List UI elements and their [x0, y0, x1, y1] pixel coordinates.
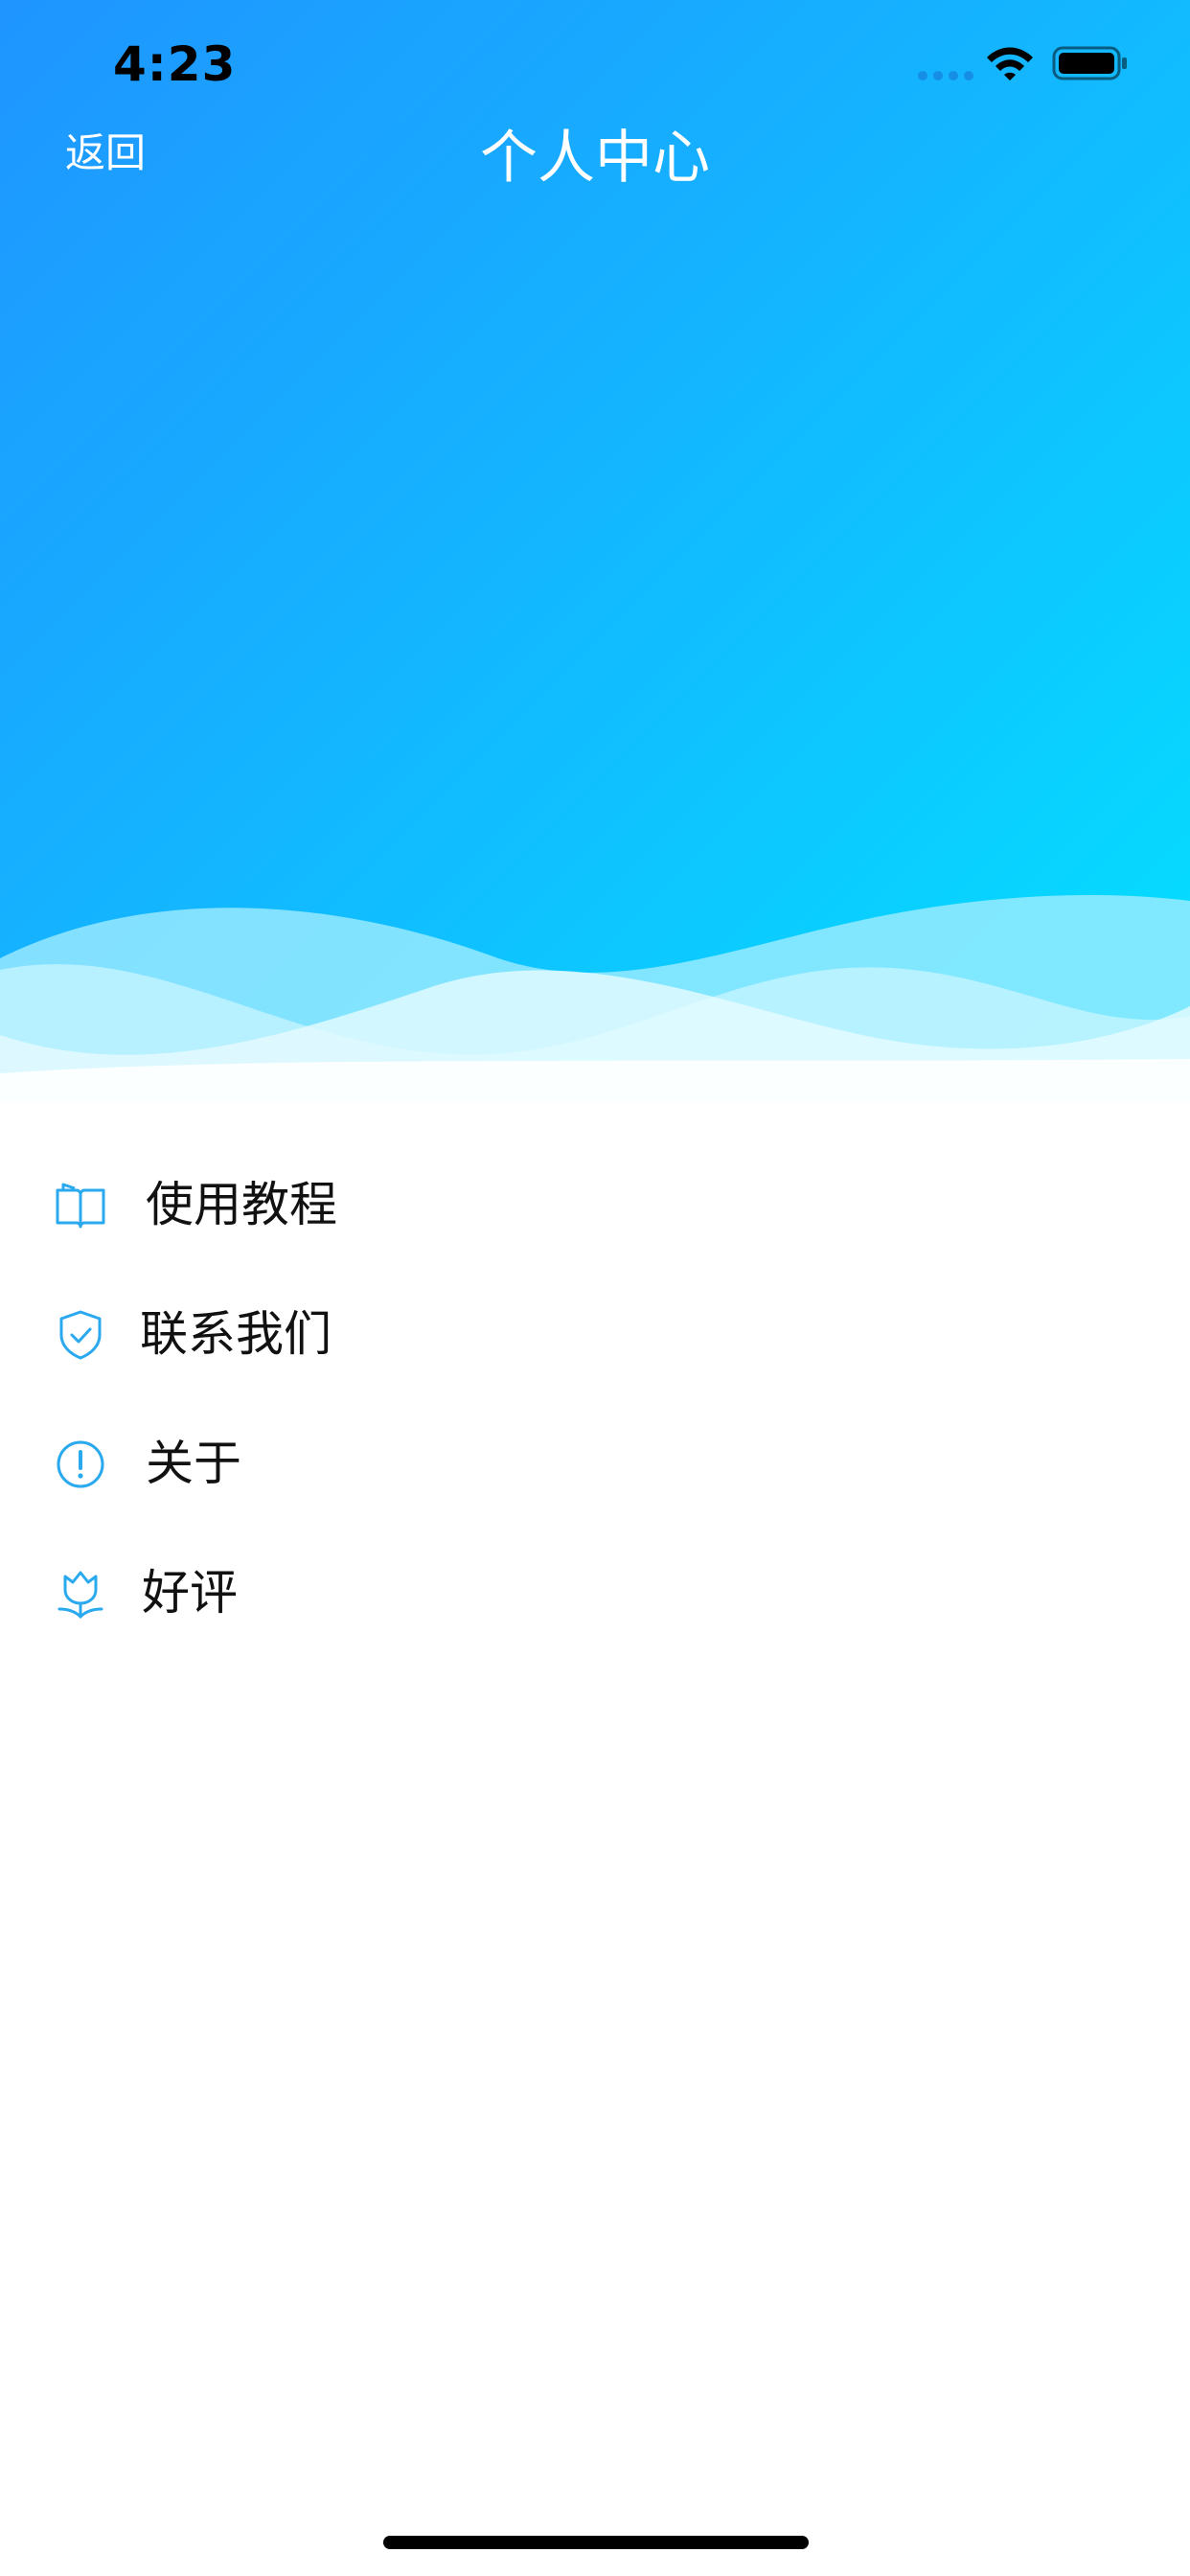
menu-item-about[interactable]: 关于	[0, 1401, 1190, 1530]
wifi-icon	[987, 47, 1033, 80]
info-circle-icon	[57, 1440, 104, 1488]
menu-item-label: 使用教程	[146, 1177, 337, 1232]
battery-icon	[1052, 46, 1127, 80]
cellular-signal-icon	[918, 71, 973, 80]
wave-decoration	[0, 895, 1190, 1102]
menu-list: 使用教程 联系我们 关于 好评	[0, 1142, 1190, 1660]
page-title: 个人中心	[480, 125, 710, 192]
status-time: 4:23	[113, 36, 237, 92]
menu-item-label: 关于	[146, 1436, 241, 1491]
book-icon	[56, 1183, 105, 1229]
menu-item-contact[interactable]: 联系我们	[0, 1272, 1190, 1401]
flower-icon	[57, 1571, 103, 1620]
status-bar: 4:23	[0, 0, 1190, 128]
shield-check-icon	[59, 1310, 102, 1360]
menu-item-label: 好评	[142, 1565, 238, 1621]
home-indicator	[383, 2536, 809, 2549]
menu-item-tutorial[interactable]: 使用教程	[0, 1142, 1190, 1272]
menu-item-rate[interactable]: 好评	[0, 1530, 1190, 1660]
menu-item-label: 联系我们	[140, 1306, 332, 1362]
